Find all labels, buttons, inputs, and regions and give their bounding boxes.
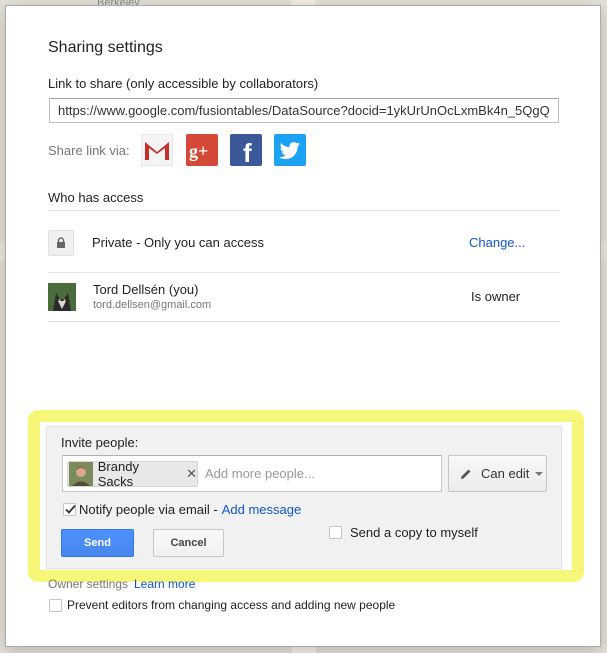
owner-role: Is owner [471, 289, 521, 304]
send-copy-label: Send a copy to myself [350, 525, 478, 540]
send-copy-row: Send a copy to myself [329, 525, 478, 540]
visibility-status: Private - Only you can access [92, 235, 264, 250]
facebook-icon: f [230, 134, 262, 166]
lock-icon [48, 230, 74, 256]
dialog-title: Sharing settings [48, 39, 163, 56]
change-visibility-link[interactable]: Change... [469, 235, 525, 250]
google-plus-icon: g+ [186, 134, 218, 166]
divider [48, 321, 560, 322]
invitee-chip: Brandy Sacks ✕ [67, 459, 198, 489]
notify-checkbox[interactable] [63, 503, 76, 516]
svg-text:f: f [243, 138, 252, 166]
permission-value: Can edit [481, 466, 530, 481]
sharing-settings-dialog: Sharing settings Link to share (only acc… [5, 5, 601, 647]
add-more-people-input[interactable] [205, 466, 425, 481]
google-plus-share-button[interactable]: g+ [186, 134, 218, 166]
who-has-access-heading: Who has access [48, 190, 144, 205]
share-via-label: Share link via: [48, 143, 130, 158]
owner-email: tord.dellsen@gmail.com [93, 299, 212, 311]
notify-label: Notify people via email - [79, 502, 218, 517]
invitee-avatar [69, 462, 93, 486]
gmail-share-button[interactable] [141, 134, 173, 166]
owner-avatar [48, 283, 76, 311]
twitter-icon [274, 134, 306, 166]
link-to-share-label: Link to share (only accessible by collab… [48, 76, 319, 91]
remove-invitee-icon[interactable]: ✕ [186, 466, 197, 482]
owner-settings-label: Owner settings [48, 577, 129, 591]
invite-people-label: Invite people: [61, 435, 139, 450]
chevron-down-icon [535, 471, 544, 476]
prevent-editors-row: Prevent editors from changing access and… [49, 598, 395, 612]
cancel-button[interactable]: Cancel [153, 529, 224, 557]
invitee-name: Brandy Sacks [97, 459, 139, 489]
notify-row: Notify people via email - Add message [63, 502, 301, 517]
owner-name: Tord Dellsén (you) [93, 282, 199, 297]
prevent-editors-label: Prevent editors from changing access and… [67, 598, 396, 612]
permission-dropdown[interactable]: Can edit [448, 455, 547, 492]
gmail-icon [141, 134, 173, 166]
svg-text:g+: g+ [189, 141, 208, 161]
invite-people-field[interactable]: Brandy Sacks ✕ [62, 455, 442, 492]
add-message-link[interactable]: Add message [222, 502, 302, 517]
send-copy-checkbox[interactable] [329, 526, 342, 539]
share-link-field[interactable]: https://www.google.com/fusiontables/Data… [49, 98, 559, 123]
twitter-share-button[interactable] [274, 134, 306, 166]
check-icon [65, 504, 76, 514]
pencil-icon [461, 469, 471, 479]
send-button[interactable]: Send [61, 529, 134, 557]
prevent-editors-checkbox[interactable] [49, 598, 62, 612]
divider [48, 210, 560, 211]
facebook-share-button[interactable]: f [230, 134, 262, 166]
divider [48, 272, 560, 273]
learn-more-link[interactable]: Learn more [134, 577, 195, 591]
